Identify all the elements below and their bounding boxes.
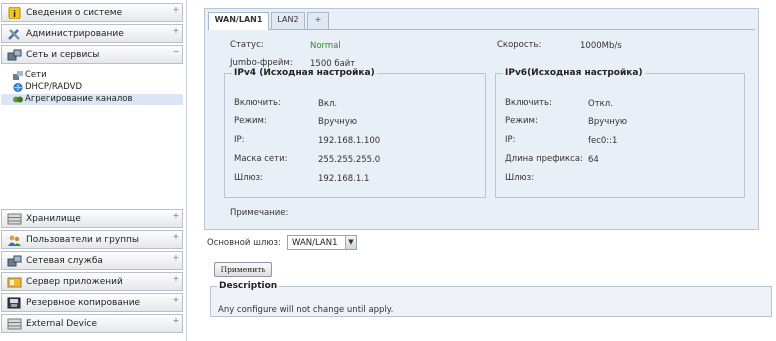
- ipv6-prefix-label: Длина префикса:: [505, 154, 583, 164]
- ipv4-mask-value: 255.255.255.0: [318, 155, 381, 165]
- ipv6-gateway-label: Шлюз:: [505, 173, 535, 183]
- ipv4-mask-label: Маска сети:: [234, 154, 288, 164]
- nav-section-label: Резервное копирование: [26, 298, 141, 308]
- status-label: Статус:: [230, 40, 264, 50]
- expand-icon[interactable]: +: [172, 233, 180, 241]
- network-icon: [7, 49, 22, 61]
- nav-section-network-services[interactable]: Сеть и сервисы −: [1, 45, 183, 64]
- ipv4-enable-value: Вкл.: [318, 99, 338, 109]
- ipv4-mode-label: Режим:: [234, 116, 267, 126]
- note-label: Примечание:: [230, 208, 289, 218]
- nav-section-external-device[interactable]: External Device +: [1, 314, 183, 333]
- dhcp-icon: [13, 83, 23, 92]
- nav-section-label: Хранилище: [26, 214, 81, 224]
- svg-text:i: i: [13, 10, 16, 19]
- networks-icon: [13, 71, 23, 80]
- collapse-icon[interactable]: −: [172, 48, 180, 56]
- ipv6-ip-value: fec0::1: [588, 136, 618, 146]
- nav-section-label: Пользователи и группы: [26, 235, 140, 245]
- default-gateway-label: Основной шлюз:: [207, 238, 281, 248]
- info-icon: i: [7, 6, 22, 20]
- expand-icon[interactable]: +: [172, 27, 180, 35]
- tab-body: Статус: Normal Скорость: 1000Mb/s Jumbo-…: [208, 29, 755, 227]
- external-device-icon: [7, 318, 22, 330]
- nav-section-users-groups[interactable]: Пользователи и группы +: [1, 230, 183, 249]
- ipv4-gateway-value: 192.168.1.1: [318, 174, 370, 184]
- sidebar-item-link-aggregation[interactable]: Агрегирование каналов: [1, 94, 183, 105]
- nav-section-backup[interactable]: Резервное копирование +: [1, 293, 183, 312]
- ipv6-title: IPv6(Исходная настройка): [505, 68, 643, 78]
- speed-value: 1000Mb/s: [580, 41, 622, 51]
- backup-icon: [7, 297, 22, 309]
- sidebar: i Сведения о системе + Администрирование…: [0, 0, 187, 341]
- sidebar-item-label: DHCP/RADVD: [25, 82, 82, 92]
- nav-section-label: Сеть и сервисы: [26, 50, 100, 60]
- expand-icon[interactable]: +: [172, 212, 180, 220]
- ipv4-title: IPv4 (Исходная настройка): [234, 68, 375, 78]
- ipv4-gateway-label: Шлюз:: [234, 173, 264, 183]
- sidebar-item-networks[interactable]: Сети: [1, 70, 183, 81]
- expand-icon[interactable]: +: [172, 6, 180, 14]
- interface-panel: WAN/LAN1 LAN2 + Статус: Normal Скорость:…: [204, 8, 759, 230]
- main-content: WAN/LAN1 LAN2 + Статус: Normal Скорость:…: [190, 0, 776, 341]
- expand-icon[interactable]: +: [172, 296, 180, 304]
- nav-section-label: Сведения о системе: [26, 8, 123, 18]
- tab-wan-lan1[interactable]: WAN/LAN1: [208, 12, 269, 30]
- ipv6-enable-label: Включить:: [505, 98, 552, 108]
- ipv4-ip-value: 192.168.1.100: [318, 136, 381, 146]
- app-server-icon: [7, 276, 22, 288]
- expand-icon[interactable]: +: [172, 275, 180, 283]
- nav-section-system-info[interactable]: i Сведения о системе +: [1, 3, 183, 22]
- description-text: Any configure will not change until appl…: [218, 305, 394, 315]
- expand-icon[interactable]: +: [172, 254, 180, 262]
- ipv4-enable-label: Включить:: [234, 98, 281, 108]
- speed-label: Скорость:: [497, 40, 542, 50]
- nav-section-app-server[interactable]: Сервер приложений +: [1, 272, 183, 291]
- expand-icon[interactable]: +: [172, 317, 180, 325]
- nav-section-label: Администрирование: [26, 29, 124, 39]
- nav-section-storage[interactable]: Хранилище +: [1, 209, 183, 228]
- nav-section-administration[interactable]: Администрирование +: [1, 24, 183, 43]
- tab-lan2[interactable]: LAN2: [271, 12, 305, 29]
- description-title: Description: [219, 281, 278, 291]
- sidebar-item-label: Агрегирование каналов: [25, 94, 133, 104]
- description-box: Description Any configure will not chang…: [210, 281, 772, 317]
- users-icon: [7, 234, 22, 246]
- nav-section-network-service[interactable]: Сетевая служба +: [1, 251, 183, 270]
- add-tab-button[interactable]: +: [307, 12, 329, 29]
- ipv6-ip-label: IP:: [505, 135, 516, 145]
- sidebar-item-label: Сети: [25, 70, 47, 80]
- default-gateway-select[interactable]: WAN/LAN1 ▼: [287, 235, 357, 250]
- tools-icon: [7, 28, 22, 40]
- ipv6-enable-value: Откл.: [588, 99, 613, 109]
- ipv6-mode-label: Режим:: [505, 116, 538, 126]
- storage-icon: [7, 213, 22, 225]
- ipv6-prefix-value: 64: [588, 155, 599, 165]
- nav-section-label: Сетевая служба: [26, 256, 103, 266]
- sidebar-item-dhcp-radvd[interactable]: DHCP/RADVD: [1, 82, 183, 93]
- chevron-down-icon[interactable]: ▼: [345, 236, 356, 249]
- nav-section-label: External Device: [26, 319, 97, 329]
- nav-section-label: Сервер приложений: [26, 277, 123, 287]
- network-service-icon: [7, 255, 22, 267]
- apply-button[interactable]: Применить: [214, 262, 272, 277]
- default-gateway-value: WAN/LAN1: [292, 238, 338, 248]
- link-aggregation-icon: [13, 95, 23, 104]
- jumbo-frame-label: Jumbo-фрейм:: [230, 58, 293, 68]
- ipv4-mode-value: Вручную: [318, 117, 358, 127]
- nav-sublist: Сети DHCP/RADVD Агрегирование каналов: [1, 64, 183, 208]
- ipv6-mode-value: Вручную: [588, 117, 628, 127]
- status-value: Normal: [310, 41, 341, 51]
- ipv4-ip-label: IP:: [234, 135, 245, 145]
